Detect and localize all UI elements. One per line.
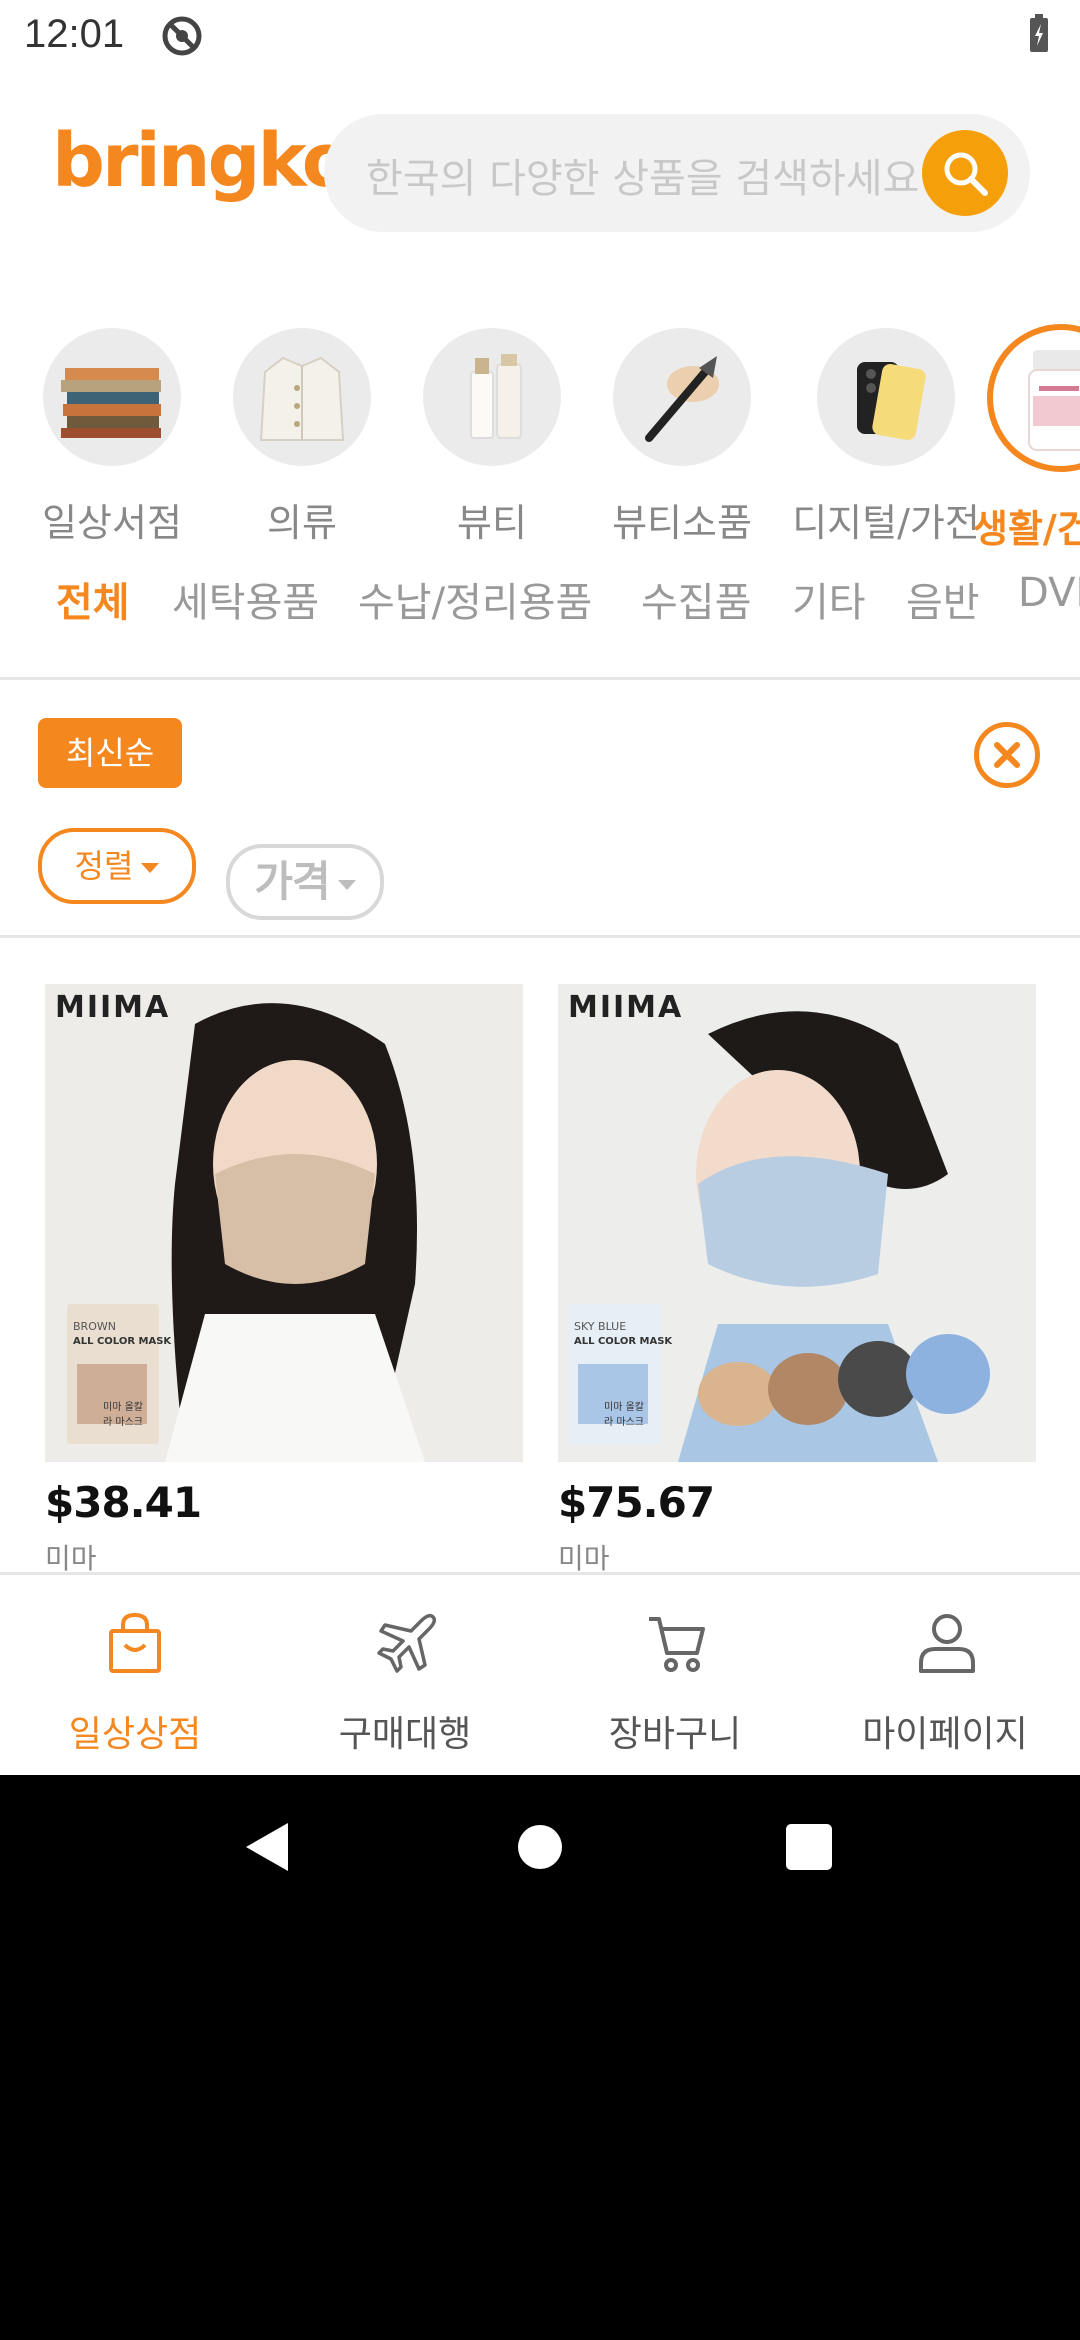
pack-text: ALL COLOR MASK (574, 1336, 673, 1347)
app-screen: 12:01 bringko 한국의 다양한 상품을 검색하세요 일상서점 의류 … (0, 0, 1080, 1775)
tab-laundry[interactable]: 세탁용품 (172, 570, 319, 628)
price-dropdown[interactable]: 가격 (226, 844, 384, 920)
divider (0, 935, 1080, 938)
tab-etc[interactable]: 기타 (792, 570, 866, 628)
nav-cart[interactable]: 장바구니 (540, 1575, 810, 1775)
bottom-navigation: 일상상점 구매대행 장바구니 마이페이지 (0, 1572, 1080, 1775)
category-living[interactable]: 생활/건 (973, 324, 1080, 553)
shopping-bag-icon (109, 1612, 161, 1673)
category-beauty-tools[interactable]: 뷰티소품 (587, 324, 777, 547)
chevron-down-icon (141, 863, 160, 873)
price-label: 가격 (254, 857, 330, 906)
product-price: $38.41 (45, 1478, 202, 1527)
category-digital[interactable]: 디지털/가전 (791, 324, 981, 547)
nav-my-page[interactable]: 마이페이지 (810, 1575, 1080, 1775)
home-icon[interactable] (516, 1823, 564, 1871)
divider (0, 677, 1080, 680)
subcategory-tabs[interactable]: 전체 세탁용품 수납/정리용품 수집품 기타 음반 DVD (0, 570, 1080, 636)
sort-dropdown[interactable]: 정렬 (38, 828, 196, 904)
category-label: 뷰티소품 (612, 501, 752, 545)
category-label: 생활/건 (973, 507, 1080, 551)
back-icon[interactable] (242, 1819, 292, 1875)
battery-icon (1030, 14, 1048, 52)
user-icon (919, 1614, 975, 1673)
tab-all[interactable]: 전체 (56, 570, 130, 628)
category-label: 의류 (267, 501, 337, 545)
nav-daily-store[interactable]: 일상상점 (0, 1575, 270, 1775)
tab-dvd[interactable]: DVD (1018, 570, 1080, 616)
pack-text: ALL COLOR MASK (73, 1336, 172, 1347)
sort-label: 정렬 (74, 847, 134, 885)
nav-purchase-agent[interactable]: 구매대행 (270, 1575, 540, 1775)
product-card[interactable]: MIIMA SKY BLUE ALL COLOR MASK 미마 올칼라 마스크… (558, 984, 1036, 1577)
brand-logo-text: MIIMA (568, 990, 684, 1025)
makeup-brush-icon (613, 328, 751, 466)
product-price: $75.67 (558, 1478, 715, 1527)
product-image[interactable]: MIIMA BROWN ALL COLOR MASK 미마 올칼라 마스크 (45, 984, 523, 1462)
nav-label: 일상상점 (68, 1714, 202, 1755)
recents-icon[interactable] (786, 1824, 832, 1870)
search-icon (944, 152, 988, 196)
product-brand: 미마 (558, 1542, 610, 1575)
tab-storage[interactable]: 수납/정리용품 (358, 570, 592, 628)
category-label: 뷰티 (457, 501, 527, 545)
category-clothing[interactable]: 의류 (207, 324, 397, 547)
brand-logo[interactable]: bringko (52, 118, 353, 204)
category-books[interactable]: 일상서점 (17, 324, 207, 547)
data-saver-icon (162, 16, 202, 56)
nav-label: 마이페이지 (862, 1714, 1028, 1755)
brand-logo-text: MIIMA (55, 990, 171, 1025)
close-icon (994, 742, 1020, 768)
chevron-down-icon (337, 879, 356, 890)
clear-filter-button[interactable] (974, 722, 1040, 788)
nav-label: 장바구니 (608, 1714, 742, 1755)
category-label: 일상서점 (42, 501, 182, 545)
tab-albums[interactable]: 음반 (906, 570, 980, 628)
product-brand: 미마 (45, 1542, 97, 1575)
cosmetics-icon (423, 328, 561, 466)
search-input[interactable]: 한국의 다양한 상품을 검색하세요 (366, 146, 926, 204)
jacket-icon (233, 328, 371, 466)
search-button[interactable] (922, 130, 1008, 216)
category-carousel[interactable]: 일상서점 의류 뷰티 뷰티소품 디지털/가전 생활/건 (0, 324, 1080, 551)
pack-kr-text: 미마 올칼라 마스크 (103, 1402, 143, 1428)
system-navigation-bar (0, 1775, 1080, 1919)
pack-color-text: SKY BLUE (574, 1320, 627, 1333)
status-time: 12:01 (24, 12, 125, 56)
books-icon (43, 328, 181, 466)
search-bar[interactable]: 한국의 다양한 상품을 검색하세요 (324, 114, 1030, 232)
category-label: 디지털/가전 (792, 501, 980, 545)
nav-label: 구매대행 (338, 1714, 472, 1755)
cart-icon (649, 1617, 705, 1672)
status-bar: 12:01 (0, 0, 1080, 72)
airplane-icon (377, 1613, 437, 1673)
category-beauty[interactable]: 뷰티 (397, 324, 587, 547)
pack-color-text: BROWN (73, 1320, 116, 1333)
pack-kr-text: 미마 올칼라 마스크 (604, 1402, 644, 1428)
phone-icon (817, 328, 955, 466)
product-image[interactable]: MIIMA SKY BLUE ALL COLOR MASK 미마 올칼라 마스크 (558, 984, 1036, 1462)
product-card[interactable]: MIIMA BROWN ALL COLOR MASK 미마 올칼라 마스크 $3… (45, 984, 523, 1577)
supplement-icon (987, 324, 1080, 472)
selected-filter-chip[interactable]: 최신순 (38, 718, 182, 788)
tab-collectibles[interactable]: 수집품 (641, 570, 751, 628)
